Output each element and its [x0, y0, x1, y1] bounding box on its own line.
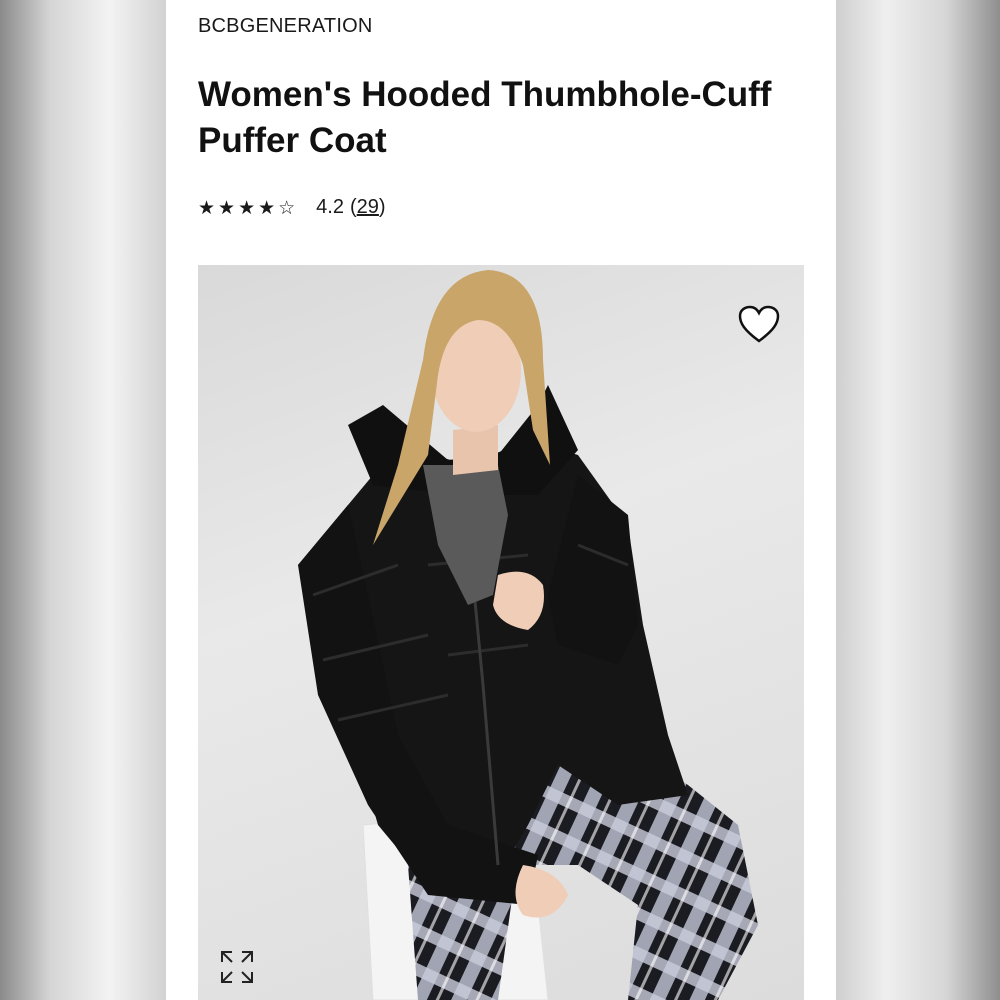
- rating-open-paren: (: [349, 196, 357, 218]
- expand-image-icon[interactable]: [218, 948, 256, 986]
- review-count-link[interactable]: 29: [357, 196, 379, 219]
- rating-close-paren: ): [378, 196, 386, 218]
- model-photo-illustration: [298, 270, 758, 1000]
- rating-row[interactable]: ★★★★☆ 4.2 (29): [198, 196, 386, 219]
- product-panel: BCBGENERATION Women's Hooded Thumbhole-C…: [166, 0, 836, 1000]
- wishlist-heart-icon[interactable]: [738, 305, 780, 345]
- product-image[interactable]: [198, 265, 804, 1000]
- product-title: Women's Hooded Thumbhole-Cuff Puffer Coa…: [198, 75, 772, 160]
- brand-link[interactable]: BCBGENERATION: [198, 15, 372, 38]
- rating-value: 4.2: [316, 196, 344, 218]
- right-backdrop: [836, 0, 1000, 1000]
- rating-stars-icon: ★★★★☆: [198, 196, 299, 219]
- left-backdrop: [0, 0, 166, 1000]
